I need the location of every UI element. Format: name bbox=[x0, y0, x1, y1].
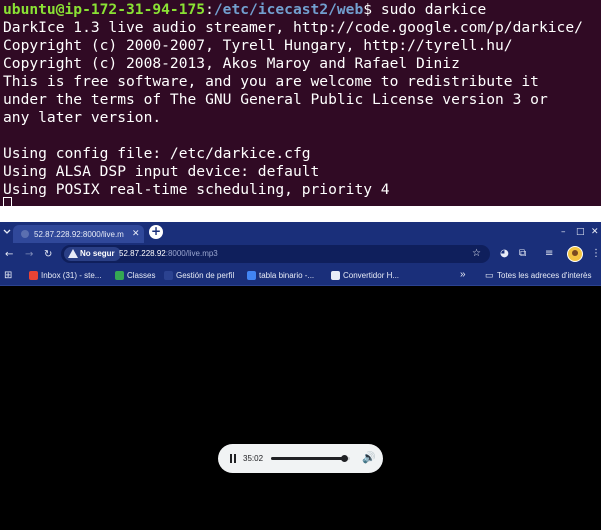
reload-icon[interactable]: ↻ bbox=[44, 249, 52, 260]
audio-player: 35:02 🔊 bbox=[218, 444, 383, 473]
url-path: :8000/live.mp3 bbox=[165, 249, 218, 258]
tab-favicon-icon bbox=[21, 230, 29, 238]
warning-triangle-icon bbox=[68, 249, 78, 258]
terminal-output-line: under the terms of The GNU General Publi… bbox=[3, 91, 548, 108]
prompt-symbol: $ bbox=[363, 1, 373, 18]
menu-kebab-icon[interactable]: ⋮ bbox=[591, 248, 601, 259]
extension-circle-icon[interactable]: ◕ bbox=[500, 248, 509, 259]
tab-live-mp3[interactable]: 52.87.228.92:8000/live.m ✕ bbox=[13, 225, 144, 243]
pause-icon[interactable] bbox=[230, 454, 237, 463]
current-time: 35:02 bbox=[243, 454, 264, 463]
close-icon[interactable]: ✕ bbox=[132, 229, 140, 239]
maximize-icon[interactable]: □ bbox=[576, 227, 585, 237]
profile-avatar[interactable] bbox=[567, 246, 583, 262]
terminal-cursor bbox=[3, 197, 12, 206]
address-bar[interactable]: No segur 52.87.228.92:8000/live.mp3 ☆ bbox=[61, 245, 490, 263]
terminal-output-line: This is free software, and you are welco… bbox=[3, 73, 539, 90]
tab-strip: 52.87.228.92:8000/live.m ✕ – □ ✕ bbox=[0, 222, 601, 243]
terminal-output-line: Copyright (c) 2000-2007, Tyrell Hungary,… bbox=[3, 37, 513, 54]
terminal-output-line: any later version. bbox=[3, 109, 162, 126]
security-chip[interactable]: No segur bbox=[64, 247, 121, 261]
prompt-path: /etc/icecast2/web bbox=[213, 1, 364, 18]
terminal-output-line: Using config file: /etc/darkice.cfg bbox=[3, 145, 311, 162]
browser-toolbar: ← → ↻ No segur 52.87.228.92:8000/live.mp… bbox=[0, 243, 601, 266]
terminal-window[interactable]: ubuntu@ip-172-31-94-175:/etc/icecast2/we… bbox=[0, 0, 601, 206]
tab-search-chevron-icon[interactable] bbox=[3, 227, 11, 237]
media-queue-icon[interactable]: ≡ bbox=[545, 248, 553, 259]
terminal-output-line: DarkIce 1.3 live audio streamer, http://… bbox=[3, 19, 583, 36]
classroom-icon bbox=[115, 271, 124, 280]
minimize-icon[interactable]: – bbox=[561, 227, 566, 237]
doc-icon bbox=[247, 271, 256, 280]
terminal-output-line: Using POSIX real-time scheduling, priori… bbox=[3, 181, 390, 198]
security-label: No segur bbox=[80, 249, 115, 258]
seek-bar-fill bbox=[271, 457, 345, 460]
browser-window: 52.87.228.92:8000/live.m ✕ – □ ✕ ← → ↻ N… bbox=[0, 222, 601, 530]
volume-icon[interactable]: 🔊 bbox=[362, 452, 376, 464]
prompt-separator: : bbox=[205, 1, 214, 18]
close-window-icon[interactable]: ✕ bbox=[591, 227, 599, 237]
tab-title: 52.87.228.92:8000/live.m bbox=[34, 230, 124, 239]
bookmark-tabla-binario[interactable]: tabla binario -... bbox=[259, 271, 314, 281]
bookmark-classes[interactable]: Classes bbox=[127, 271, 155, 281]
bookmarks-bar: ⊞ Inbox (31) - ste... Classes Gestión de… bbox=[0, 266, 601, 286]
back-arrow-icon[interactable]: ← bbox=[5, 249, 13, 260]
terminal-output-line: Using ALSA DSP input device: default bbox=[3, 163, 320, 180]
bookmark-convertidor[interactable]: Convertidor H... bbox=[343, 271, 399, 281]
bookmark-inbox[interactable]: Inbox (31) - ste... bbox=[41, 271, 101, 281]
other-bookmarks[interactable]: Totes les adreces d'interès bbox=[497, 271, 591, 281]
prompt-user: ubuntu@ip-172-31-94-175 bbox=[3, 1, 206, 18]
apps-grid-icon[interactable]: ⊞ bbox=[4, 270, 12, 281]
gmail-icon bbox=[29, 271, 38, 280]
terminal-output-line: Copyright (c) 2008-2013, Akos Maroy and … bbox=[3, 55, 460, 72]
url-text: 52.87.228.92:8000/live.mp3 bbox=[119, 249, 218, 259]
globe-icon bbox=[164, 271, 173, 280]
seek-bar-thumb[interactable] bbox=[341, 455, 349, 462]
new-tab-plus-icon[interactable] bbox=[149, 224, 163, 239]
screen-divider bbox=[0, 206, 601, 222]
forward-arrow-icon[interactable]: → bbox=[25, 249, 33, 260]
terminal-prompt-line: ubuntu@ip-172-31-94-175:/etc/icecast2/we… bbox=[3, 1, 486, 19]
prompt-command: sudo darkice bbox=[372, 1, 487, 18]
bookmark-star-icon[interactable]: ☆ bbox=[472, 248, 481, 259]
seek-bar[interactable] bbox=[271, 455, 350, 462]
url-host: 52.87.228.92 bbox=[119, 249, 166, 258]
extensions-puzzle-icon[interactable]: ⧉ bbox=[519, 248, 526, 259]
bookmarks-overflow-icon[interactable]: » bbox=[460, 270, 466, 280]
bookmark-gestion-perfil[interactable]: Gestión de perfil bbox=[176, 271, 234, 281]
rt-icon bbox=[331, 271, 340, 280]
folder-icon: ▭ bbox=[485, 270, 494, 280]
